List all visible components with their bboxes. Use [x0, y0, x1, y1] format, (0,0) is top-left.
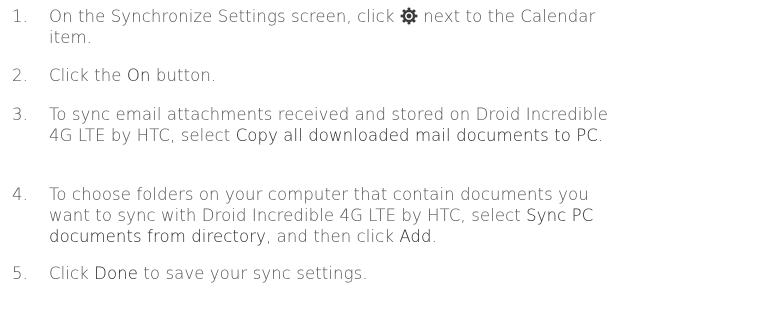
step-text-part: , and then click: [265, 227, 400, 246]
step-text: On the Synchronize Settings screen, clic…: [49, 6, 759, 48]
step-text-part: On the Synchronize Settings screen, clic…: [49, 7, 395, 26]
step-text-part: 4G LTE by HTC, select: [49, 126, 236, 145]
sync-pc-documents-option: Sync PC: [526, 206, 594, 225]
done-button-label: Done: [94, 264, 138, 283]
step-text-part: Click: [49, 264, 95, 283]
step-text-part: Click the: [49, 66, 127, 85]
step-text-part: button.: [150, 66, 217, 85]
step-text-part: item.: [49, 28, 93, 47]
step-text-part: To sync email attachments received and s…: [49, 105, 608, 124]
step-text-part: To choose folders on your computer that …: [49, 185, 589, 204]
step-number: 3.: [12, 105, 28, 124]
step-number: 1.: [12, 7, 28, 26]
step-text-part: .: [431, 227, 437, 246]
step-text: Click the On button.: [49, 65, 759, 86]
instruction-steps: 1. On the Synchronize Settings screen, c…: [0, 0, 765, 310]
step-text: To sync email attachments received and s…: [49, 104, 759, 146]
gear-icon: [400, 7, 418, 25]
step-text-part: want to sync with Droid Incredible 4G LT…: [49, 206, 527, 225]
add-button-label: Add: [399, 227, 432, 246]
step-number: 5.: [12, 264, 28, 283]
step-text: To choose folders on your computer that …: [49, 184, 759, 247]
step-number: 2.: [12, 66, 28, 85]
step-text-part: .: [597, 126, 604, 145]
step-number: 4.: [12, 185, 28, 204]
copy-mail-documents-option: Copy all downloaded mail documents to PC: [235, 126, 598, 145]
step-text: Click Done to save your sync settings.: [49, 263, 759, 284]
step-text-part: to save your sync settings.: [137, 264, 368, 283]
step-text-part: next to the Calendar: [423, 7, 596, 26]
sync-pc-documents-option-cont: documents from directory: [49, 227, 266, 246]
on-button-label: On: [126, 66, 151, 85]
